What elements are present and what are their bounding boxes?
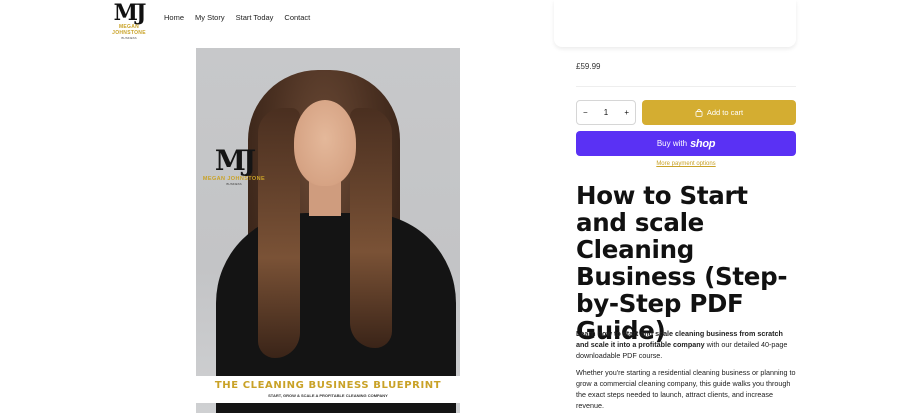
product-price: £59.99 bbox=[576, 62, 601, 71]
product-title: How to Start and scale Cleaning Business… bbox=[576, 181, 788, 345]
nav-my-story[interactable]: My Story bbox=[195, 13, 225, 22]
shop-logo: shop bbox=[690, 137, 716, 150]
more-payment-options-link[interactable]: More payment options bbox=[576, 161, 796, 167]
banner-subtitle: START, GROW & SCALE A PROFITABLE CLEANIN… bbox=[268, 393, 388, 398]
logo-mark: MJ bbox=[113, 0, 147, 26]
site-logo[interactable]: MJ MEGAN JOHNSTONE BUSINESS bbox=[103, 0, 155, 40]
nav-home[interactable]: Home bbox=[164, 13, 184, 22]
image-banner: THE CLEANING BUSINESS BLUEPRINT START, G… bbox=[196, 376, 460, 403]
add-to-cart-label: Add to cart bbox=[706, 108, 744, 117]
product-image[interactable]: MJ MEGAN JOHNSTONE BUSINESS THE CLEANING… bbox=[196, 48, 460, 413]
product-info-card-top bbox=[554, 0, 796, 47]
add-to-cart-button[interactable]: Add to cart bbox=[642, 100, 796, 125]
quantity-decrease-button[interactable]: − bbox=[583, 108, 588, 117]
buy-with-shop-button[interactable]: Buy with shop bbox=[576, 131, 796, 156]
bag-icon bbox=[695, 108, 703, 117]
quantity-stepper[interactable]: − 1 + bbox=[576, 100, 636, 125]
main-nav: Home My Story Start Today Contact bbox=[164, 13, 310, 22]
quantity-increase-button[interactable]: + bbox=[624, 108, 629, 117]
buy-with-label: Buy with bbox=[656, 139, 688, 148]
portrait-face bbox=[294, 100, 356, 186]
image-logo-mark: MJ bbox=[214, 144, 256, 177]
price-divider bbox=[576, 86, 796, 87]
quantity-value[interactable]: 1 bbox=[604, 108, 608, 117]
image-logo-sub: BUSINESS bbox=[226, 182, 242, 186]
nav-contact[interactable]: Contact bbox=[284, 13, 310, 22]
image-logo: MJ MEGAN JOHNSTONE BUSINESS bbox=[198, 144, 270, 187]
product-description: Learn how to start and scale cleaning bu… bbox=[576, 328, 796, 417]
description-paragraph-2: Whether you're starting a residential cl… bbox=[576, 368, 796, 410]
banner-title: THE CLEANING BUSINESS BLUEPRINT bbox=[214, 380, 442, 391]
logo-sub: BUSINESS bbox=[121, 36, 137, 40]
nav-start-today[interactable]: Start Today bbox=[236, 13, 274, 22]
description-paragraph-1: Learn how to start and scale cleaning bu… bbox=[576, 328, 796, 361]
logo-name: MEGAN JOHNSTONE bbox=[112, 24, 146, 36]
portrait-hair-right bbox=[350, 108, 392, 348]
